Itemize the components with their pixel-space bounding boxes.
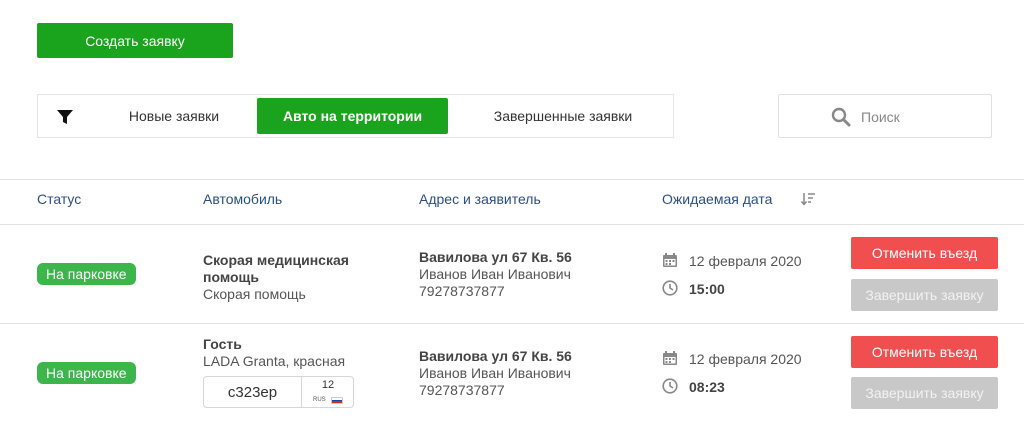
divider xyxy=(0,224,1024,225)
car-title: Гость xyxy=(203,336,242,352)
create-request-button[interactable]: Создать заявку xyxy=(37,23,233,58)
clock-icon xyxy=(662,378,678,394)
expected-time: 08:23 xyxy=(689,379,725,395)
address: Вавилова ул 67 Кв. 56 xyxy=(419,249,572,265)
sort-icon[interactable] xyxy=(800,191,816,207)
status-badge: На парковке xyxy=(37,362,136,384)
column-header-car: Автомобиль xyxy=(203,191,283,207)
applicant-phone: 79278737877 xyxy=(419,283,505,299)
car-title: Скорая медицинская xyxy=(203,252,349,268)
calendar-icon xyxy=(663,253,677,267)
plate-number: с323ер xyxy=(204,377,302,407)
search-icon xyxy=(831,107,851,127)
column-header-address: Адрес и заявитель xyxy=(419,191,541,207)
applicant-name: Иванов Иван Иванович xyxy=(419,365,571,381)
car-title: помощь xyxy=(203,269,259,285)
car-subtitle: Скорая помощь xyxy=(203,286,306,302)
filter-bar: Новые заявки Авто на территории Завершен… xyxy=(37,94,674,138)
search-box[interactable] xyxy=(778,94,992,138)
finish-request-button[interactable]: Завершить заявку xyxy=(851,279,998,311)
address: Вавилова ул 67 Кв. 56 xyxy=(419,348,572,364)
expected-time: 15:00 xyxy=(689,281,725,297)
divider xyxy=(0,323,1024,324)
search-input[interactable] xyxy=(861,105,981,129)
tab-completed-requests[interactable]: Завершенные заявки xyxy=(468,98,658,134)
column-header-date[interactable]: Ожидаемая дата xyxy=(662,191,772,207)
divider xyxy=(0,179,1024,180)
column-header-status: Статус xyxy=(37,191,82,207)
tab-cars-on-territory[interactable]: Авто на территории xyxy=(257,98,448,134)
car-subtitle: LADA Granta, красная xyxy=(203,353,346,369)
russia-flag-icon xyxy=(331,397,343,404)
clock-icon xyxy=(662,280,678,296)
filter-icon[interactable] xyxy=(56,108,74,126)
cancel-entry-button[interactable]: Отменить въезд xyxy=(851,237,998,269)
license-plate: с323ер 12 RUS xyxy=(203,376,354,408)
finish-request-button[interactable]: Завершить заявку xyxy=(851,377,998,409)
applicant-phone: 79278737877 xyxy=(419,382,505,398)
tab-new-requests[interactable]: Новые заявки xyxy=(110,98,238,134)
applicant-name: Иванов Иван Иванович xyxy=(419,266,571,282)
expected-date: 12 февраля 2020 xyxy=(689,351,802,367)
status-badge: На парковке xyxy=(37,263,136,285)
plate-region: 12 xyxy=(321,379,335,391)
expected-date: 12 февраля 2020 xyxy=(689,253,802,269)
calendar-icon xyxy=(663,351,677,365)
plate-country: RUS xyxy=(313,397,326,403)
cancel-entry-button[interactable]: Отменить въезд xyxy=(851,336,998,368)
